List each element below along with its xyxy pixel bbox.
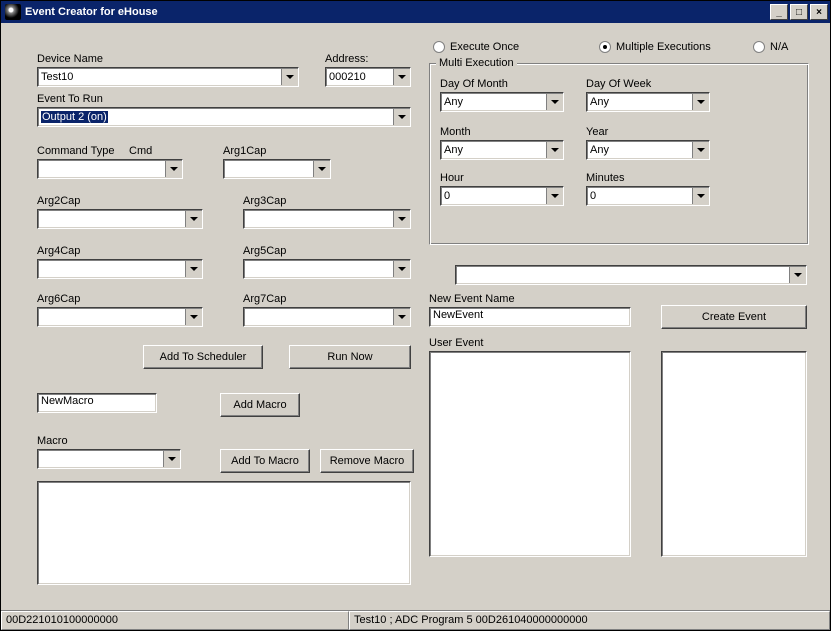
macro-label: Macro (37, 435, 68, 447)
arg1-label: Arg1Cap (223, 145, 266, 157)
command-type-combo[interactable] (37, 159, 183, 179)
chevron-down-icon[interactable] (546, 188, 562, 204)
minutes-label: Minutes (586, 172, 625, 184)
multiple-executions-radio[interactable]: Multiple Executions (599, 41, 711, 53)
hour-label: Hour (440, 172, 464, 184)
statusbar: 00D221010100000000 Test10 ; ADC Program … (1, 610, 830, 630)
new-event-name-input[interactable]: NewEvent (429, 307, 631, 327)
titlebar: Event Creator for eHouse _ □ × (1, 1, 830, 23)
day-of-month-label: Day Of Month (440, 78, 508, 90)
chevron-down-icon[interactable] (185, 309, 201, 325)
arg4-label: Arg4Cap (37, 245, 80, 257)
year-combo[interactable]: Any (586, 140, 710, 160)
chevron-down-icon[interactable] (692, 142, 708, 158)
chevron-down-icon[interactable] (393, 261, 409, 277)
chevron-down-icon[interactable] (393, 211, 409, 227)
macro-listbox[interactable] (37, 481, 411, 585)
address-label: Address: (325, 53, 368, 65)
add-macro-button[interactable]: Add Macro (220, 393, 300, 417)
remove-macro-button[interactable]: Remove Macro (320, 449, 414, 473)
hour-combo[interactable]: 0 (440, 186, 564, 206)
create-event-button[interactable]: Create Event (661, 305, 807, 329)
minutes-combo[interactable]: 0 (586, 186, 710, 206)
chevron-down-icon[interactable] (185, 261, 201, 277)
arg4-combo[interactable] (37, 259, 203, 279)
cmd-label: Cmd (129, 145, 152, 157)
chevron-down-icon[interactable] (281, 69, 297, 85)
app-window: Event Creator for eHouse _ □ × Device Na… (0, 0, 831, 631)
chevron-down-icon[interactable] (393, 309, 409, 325)
device-name-label: Device Name (37, 53, 103, 65)
close-button[interactable]: × (810, 4, 828, 20)
chevron-down-icon[interactable] (185, 211, 201, 227)
address-combo[interactable]: 000210 (325, 67, 411, 87)
user-event-listbox-right[interactable] (661, 351, 807, 557)
chevron-down-icon[interactable] (393, 69, 409, 85)
chevron-down-icon[interactable] (692, 94, 708, 110)
multi-execution-group: Multi Execution Day Of Month Any Day Of … (429, 63, 809, 245)
status-right: Test10 ; ADC Program 5 00D26104000000000… (349, 611, 830, 630)
day-of-week-combo[interactable]: Any (586, 92, 710, 112)
add-to-scheduler-button[interactable]: Add To Scheduler (143, 345, 263, 369)
chevron-down-icon[interactable] (165, 161, 181, 177)
device-name-combo[interactable]: Test10 (37, 67, 299, 87)
command-type-label: Command Type (37, 145, 114, 157)
event-to-run-label: Event To Run (37, 93, 103, 105)
window-title: Event Creator for eHouse (25, 6, 770, 18)
arg1-combo[interactable] (223, 159, 331, 179)
chevron-down-icon[interactable] (546, 142, 562, 158)
address-value: 000210 (329, 71, 393, 83)
arg6-label: Arg6Cap (37, 293, 80, 305)
arg3-label: Arg3Cap (243, 195, 286, 207)
chevron-down-icon[interactable] (163, 451, 179, 467)
na-radio[interactable]: N/A (753, 41, 788, 53)
chevron-down-icon[interactable] (313, 161, 329, 177)
arg5-label: Arg5Cap (243, 245, 286, 257)
user-event-listbox-left[interactable] (429, 351, 631, 557)
chevron-down-icon[interactable] (789, 267, 805, 283)
user-event-label: User Event (429, 337, 483, 349)
arg5-combo[interactable] (243, 259, 411, 279)
macro-combo[interactable] (37, 449, 181, 469)
new-macro-input[interactable]: NewMacro (37, 393, 157, 413)
arg7-combo[interactable] (243, 307, 411, 327)
month-label: Month (440, 126, 471, 138)
day-of-week-label: Day Of Week (586, 78, 651, 90)
arg2-label: Arg2Cap (37, 195, 80, 207)
form-body: Device Name Test10 Address: 000210 Event… (1, 23, 830, 610)
arg2-combo[interactable] (37, 209, 203, 229)
execute-once-radio[interactable]: Execute Once (433, 41, 519, 53)
status-left: 00D221010100000000 (1, 611, 349, 630)
device-name-value: Test10 (41, 71, 281, 83)
add-to-macro-button[interactable]: Add To Macro (220, 449, 310, 473)
unnamed-combo[interactable] (455, 265, 807, 285)
app-icon (5, 4, 21, 20)
new-event-name-label: New Event Name (429, 293, 515, 305)
event-to-run-combo[interactable]: Output 2 (on) (37, 107, 411, 127)
arg6-combo[interactable] (37, 307, 203, 327)
maximize-button[interactable]: □ (790, 4, 808, 20)
run-now-button[interactable]: Run Now (289, 345, 411, 369)
day-of-month-combo[interactable]: Any (440, 92, 564, 112)
month-combo[interactable]: Any (440, 140, 564, 160)
chevron-down-icon[interactable] (546, 94, 562, 110)
chevron-down-icon[interactable] (692, 188, 708, 204)
arg3-combo[interactable] (243, 209, 411, 229)
year-label: Year (586, 126, 608, 138)
minimize-button[interactable]: _ (770, 4, 788, 20)
arg7-label: Arg7Cap (243, 293, 286, 305)
chevron-down-icon[interactable] (393, 109, 409, 125)
event-to-run-value: Output 2 (on) (41, 111, 393, 123)
